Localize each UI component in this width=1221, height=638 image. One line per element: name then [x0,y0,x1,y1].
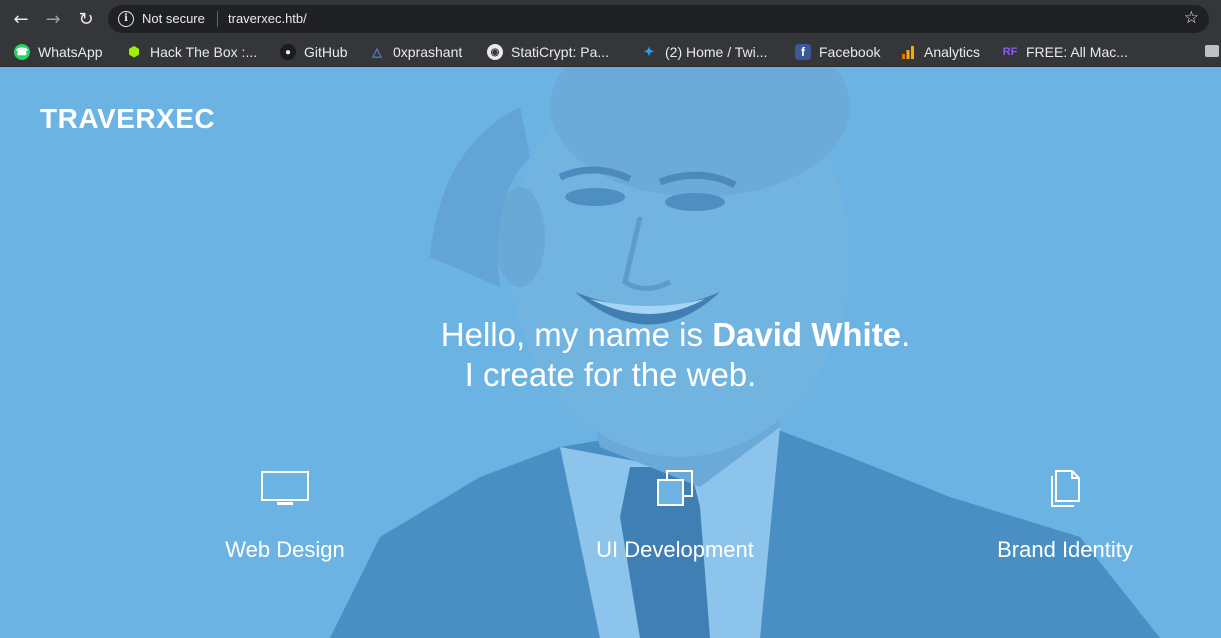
reload-icon[interactable]: ↻ [74,7,98,31]
bookmark-label: GitHub [304,44,348,60]
service-ui-development: UI Development [545,469,805,563]
address-bar[interactable]: i Not secure traverxec.htb/ ☆ [108,5,1209,33]
bookmark-facebook[interactable]: f Facebook [795,43,880,61]
service-label: Brand Identity [997,537,1133,562]
bookmark-whatsapp[interactable]: ☎ WhatsApp [14,43,103,61]
forward-icon[interactable]: → [41,7,65,31]
facebook-icon: f [795,44,811,60]
bookmark-label: StatiCrypt: Pa... [511,44,610,60]
bookmark-hackthebox[interactable]: ⬢ Hack The Box :... [126,43,257,61]
bookmark-0xprashant[interactable]: △ 0xprashant [369,43,462,61]
service-web-design: Web Design [155,469,415,563]
globe-icon: ◉ [487,44,503,60]
analytics-icon [900,44,916,60]
bookmark-label: Facebook [819,44,881,60]
other-bookmarks-folder-icon[interactable] [1205,45,1219,57]
hero-line-2: I create for the web. [464,356,757,393]
triangle-logo-icon: △ [372,45,382,59]
bookmark-twitter[interactable]: ✦ (2) Home / Twi... [641,43,768,61]
whatsapp-icon: ☎ [14,44,30,60]
hero-period: . [901,316,911,353]
monitor-icon [261,471,309,505]
stacked-windows-icon [657,470,693,506]
bookmark-label: FREE: All Mac... [1026,44,1128,60]
github-icon: ● [280,44,296,60]
hero-greeting: Hello, my name is [440,316,713,353]
bookmark-label: Hack The Box :... [150,44,258,60]
site-brand-logo[interactable]: TRAVERXEC [40,103,215,135]
browser-toolbar: ← → ↻ i Not secure traverxec.htb/ ☆ [0,0,1221,37]
twitter-icon: ✦ [643,44,655,59]
back-icon[interactable]: ← [9,7,33,31]
bookmark-star-icon[interactable]: ☆ [1184,8,1199,28]
bookmark-label: Analytics [924,44,981,60]
bookmark-label: 0xprashant [393,44,463,60]
address-divider [217,11,218,27]
bookmark-free-mac[interactable]: RF FREE: All Mac... [1002,43,1128,61]
service-label: UI Development [596,537,754,562]
hero-headline: Hello, my name is David White. I create … [0,315,1221,395]
service-label: Web Design [225,537,345,562]
url-text[interactable]: traverxec.htb/ [228,11,307,26]
security-label[interactable]: Not secure [142,11,205,26]
rf-logo-icon: RF [1002,46,1018,58]
bookmark-staticrypt[interactable]: ◉ StatiCrypt: Pa... [487,43,609,61]
bookmark-label: (2) Home / Twi... [665,44,768,60]
documents-icon [1051,470,1080,507]
service-brand-identity: Brand Identity [935,469,1195,563]
info-icon[interactable]: i [118,11,134,27]
bookmark-analytics[interactable]: Analytics [900,43,980,61]
bookmark-github[interactable]: ● GitHub [280,43,348,61]
hero-name: David White [712,316,902,353]
web-page: TRAVERXEC Hello, my name is David White.… [0,67,1221,638]
bookmark-label: WhatsApp [38,44,103,60]
hackthebox-icon: ⬢ [128,44,140,59]
bookmarks-bar: ☎ WhatsApp ⬢ Hack The Box :... ● GitHub … [0,37,1221,67]
hero-line-1: Hello, my name is David White. [65,315,1221,355]
